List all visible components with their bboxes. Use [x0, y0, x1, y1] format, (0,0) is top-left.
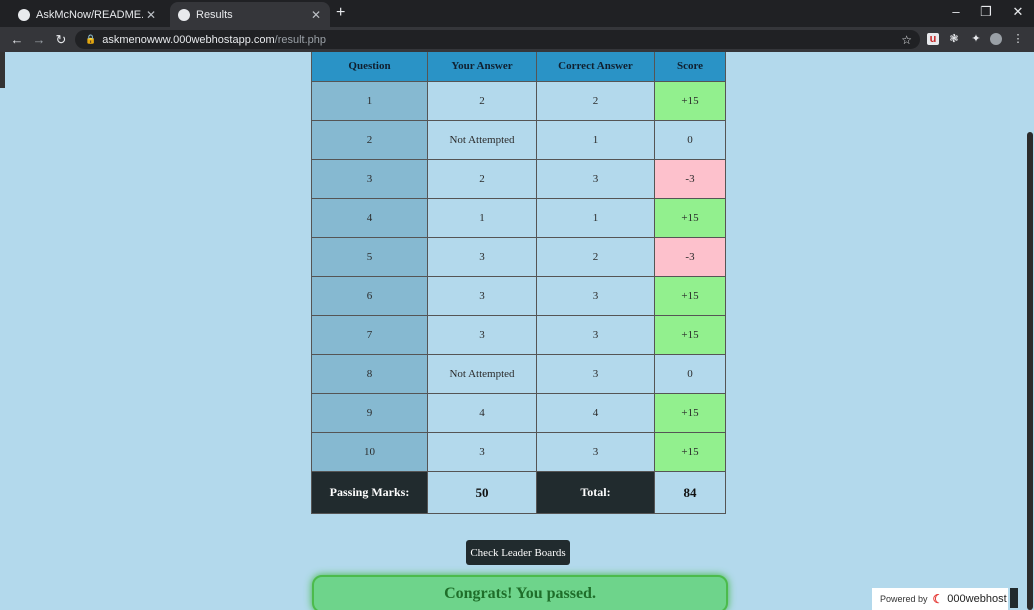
table-row: 7 3 3 +15 [311, 315, 726, 355]
total-label: Total: [536, 471, 655, 514]
table-row: 10 3 3 +15 [311, 432, 726, 472]
table-row: 9 4 4 +15 [311, 393, 726, 433]
your-answer-cell: 3 [427, 237, 537, 277]
your-answer-cell: 3 [427, 315, 537, 355]
new-tab-icon[interactable]: + [336, 4, 345, 22]
restore-icon[interactable]: ❐ [976, 4, 996, 20]
table-row: 3 2 3 -3 [311, 159, 726, 199]
close-icon[interactable]: ✕ [308, 8, 324, 22]
total-value: 84 [654, 471, 726, 514]
score-cell: -3 [654, 159, 726, 199]
tab-title: Results [196, 8, 233, 21]
your-answer-cell: Not Attempted [427, 120, 537, 160]
webhost-logo-icon: ☾ [932, 592, 944, 606]
your-answer-cell: 4 [427, 393, 537, 433]
powered-by-brand: 000webhost [947, 593, 1007, 605]
header-correct-answer: Correct Answer [536, 52, 655, 82]
side-widget [1010, 588, 1018, 608]
passing-marks-value: 50 [427, 471, 537, 514]
score-cell: 0 [654, 354, 726, 394]
minimize-icon[interactable]: – [946, 4, 966, 19]
correct-answer-cell: 3 [536, 315, 655, 355]
question-cell: 3 [311, 159, 428, 199]
extension-gear-icon[interactable]: ❃ [948, 33, 960, 45]
table-row: 5 3 2 -3 [311, 237, 726, 277]
correct-answer-cell: 3 [536, 276, 655, 316]
score-cell: +15 [654, 393, 726, 433]
scrollbar-thumb[interactable] [1027, 132, 1033, 610]
scrollbar[interactable] [1026, 52, 1034, 610]
score-cell: +15 [654, 432, 726, 472]
your-answer-cell: 3 [427, 432, 537, 472]
browser-tab-bar: AskMcNow/README.md at mai ✕ Results ✕ + … [0, 0, 1034, 27]
your-answer-cell: 2 [427, 159, 537, 199]
menu-kebab-icon[interactable]: ⋮ [1012, 33, 1024, 45]
score-cell: +15 [654, 81, 726, 121]
your-answer-cell: 2 [427, 81, 537, 121]
left-edge-bar [0, 52, 5, 88]
powered-by-label: Powered by [880, 594, 928, 604]
correct-answer-cell: 3 [536, 432, 655, 472]
globe-icon [178, 8, 190, 21]
your-answer-cell: Not Attempted [427, 354, 537, 394]
score-cell: +15 [654, 276, 726, 316]
url-path: /result.php [274, 33, 327, 46]
tab-readme[interactable]: AskMcNow/README.md at mai ✕ [10, 2, 165, 27]
header-question: Question [311, 52, 428, 82]
summary-row: Passing Marks: 50 Total: 84 [311, 471, 726, 514]
question-cell: 10 [311, 432, 428, 472]
table-row: 1 2 2 +15 [311, 81, 726, 121]
question-cell: 2 [311, 120, 428, 160]
tab-results[interactable]: Results ✕ [170, 2, 330, 27]
back-icon[interactable]: ← [9, 32, 25, 47]
table-row: 8 Not Attempted 3 0 [311, 354, 726, 394]
question-cell: 7 [311, 315, 428, 355]
powered-by-badge[interactable]: Powered by ☾ 000webhost [872, 588, 1008, 610]
browser-toolbar: ← → ↻ 🔒 askmenowww.000webhostapp.com/res… [0, 27, 1034, 52]
correct-answer-cell: 2 [536, 237, 655, 277]
congrats-banner: Congrats! You passed. [312, 575, 728, 610]
header-score: Score [654, 52, 726, 82]
question-cell: 8 [311, 354, 428, 394]
question-cell: 1 [311, 81, 428, 121]
correct-answer-cell: 3 [536, 159, 655, 199]
forward-icon[interactable]: → [31, 32, 47, 47]
extension-icon[interactable]: u [927, 33, 939, 45]
score-cell: 0 [654, 120, 726, 160]
question-cell: 4 [311, 198, 428, 238]
question-cell: 6 [311, 276, 428, 316]
extensions-puzzle-icon[interactable]: ✦ [970, 33, 982, 45]
your-answer-cell: 3 [427, 276, 537, 316]
question-cell: 9 [311, 393, 428, 433]
your-answer-cell: 1 [427, 198, 537, 238]
correct-answer-cell: 1 [536, 120, 655, 160]
table-row: 2 Not Attempted 1 0 [311, 120, 726, 160]
profile-avatar-icon[interactable] [990, 33, 1002, 45]
table-row: 4 1 1 +15 [311, 198, 726, 238]
score-cell: -3 [654, 237, 726, 277]
question-cell: 5 [311, 237, 428, 277]
url-host: askmenowww.000webhostapp.com [102, 33, 275, 46]
address-bar[interactable]: 🔒 askmenowww.000webhostapp.com/result.ph… [75, 30, 920, 49]
results-table: Question Your Answer Correct Answer Scor… [311, 52, 726, 514]
tab-title: AskMcNow/README.md at mai [36, 8, 143, 21]
check-leader-boards-button[interactable]: Check Leader Boards [466, 540, 570, 565]
correct-answer-cell: 2 [536, 81, 655, 121]
window-close-icon[interactable]: ✕ [1008, 4, 1028, 20]
score-cell: +15 [654, 198, 726, 238]
correct-answer-cell: 3 [536, 354, 655, 394]
github-icon [18, 8, 30, 21]
passing-marks-label: Passing Marks: [311, 471, 428, 514]
page-content: Question Your Answer Correct Answer Scor… [0, 52, 1034, 610]
table-header-row: Question Your Answer Correct Answer Scor… [311, 52, 726, 82]
header-your-answer: Your Answer [427, 52, 537, 82]
correct-answer-cell: 4 [536, 393, 655, 433]
lock-icon: 🔒 [85, 34, 97, 44]
score-cell: +15 [654, 315, 726, 355]
correct-answer-cell: 1 [536, 198, 655, 238]
bookmark-star-icon[interactable]: ☆ [901, 33, 912, 47]
table-row: 6 3 3 +15 [311, 276, 726, 316]
close-icon[interactable]: ✕ [143, 8, 159, 22]
reload-icon[interactable]: ↻ [53, 32, 69, 48]
